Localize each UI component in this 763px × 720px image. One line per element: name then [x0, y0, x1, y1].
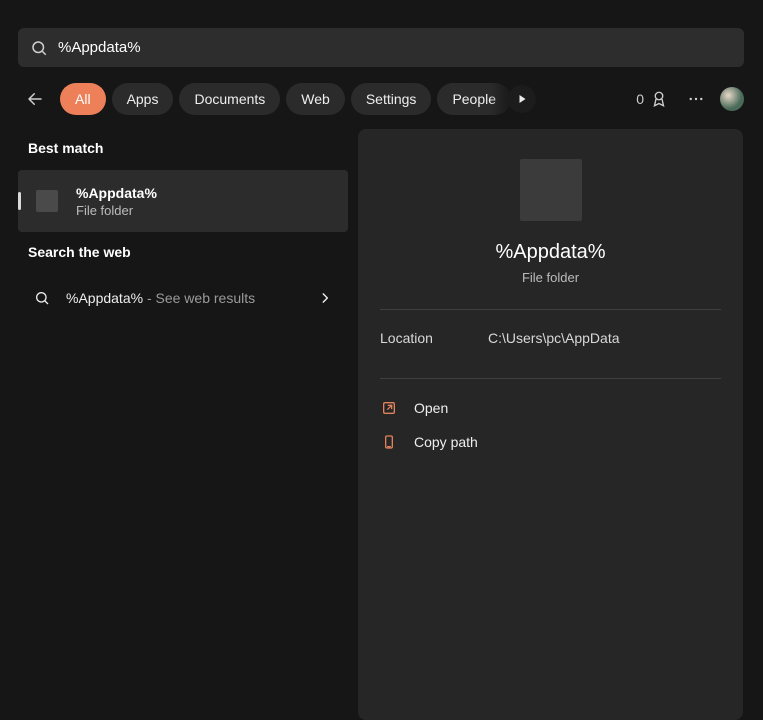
chevron-right-icon: [318, 291, 332, 305]
section-search-web: Search the web: [28, 244, 338, 260]
filter-pill-people[interactable]: People: [437, 83, 511, 115]
copy-path-action[interactable]: Copy path: [380, 425, 721, 459]
filter-pill-documents[interactable]: Documents: [179, 83, 280, 115]
detail-subtitle: File folder: [380, 270, 721, 285]
copy-path-label: Copy path: [414, 434, 478, 450]
location-value: C:\Users\pc\AppData: [488, 330, 620, 346]
folder-icon: [520, 159, 582, 221]
detail-panel: %Appdata% File folder Location C:\Users\…: [358, 129, 743, 720]
copy-icon: [380, 433, 398, 451]
best-match-result[interactable]: %Appdata% File folder: [18, 170, 348, 232]
location-label: Location: [380, 330, 488, 346]
location-row: Location C:\Users\pc\AppData: [380, 322, 721, 354]
result-subtitle: File folder: [76, 203, 157, 218]
result-title: %Appdata%: [76, 185, 157, 201]
web-suffix: - See web results: [143, 290, 255, 306]
search-input[interactable]: [58, 39, 732, 56]
search-icon: [34, 290, 50, 306]
avatar[interactable]: [720, 87, 744, 111]
divider: [380, 309, 721, 310]
search-bar[interactable]: [18, 28, 744, 67]
filter-pill-settings[interactable]: Settings: [351, 83, 432, 115]
rewards-icon: [650, 90, 668, 108]
filter-pill-all[interactable]: All: [60, 83, 106, 115]
filter-row: All Apps Documents Web Settings People F…: [18, 82, 744, 116]
open-icon: [380, 399, 398, 417]
rewards-count: 0: [636, 91, 644, 107]
folder-icon: [36, 190, 58, 212]
web-result[interactable]: %Appdata% - See web results: [18, 274, 348, 322]
more-button[interactable]: [682, 85, 710, 113]
filter-pill-web[interactable]: Web: [286, 83, 345, 115]
section-best-match: Best match: [28, 140, 338, 156]
detail-title: %Appdata%: [380, 241, 721, 264]
results-column: Best match %Appdata% File folder Search …: [18, 130, 348, 322]
web-query: %Appdata%: [66, 290, 143, 306]
back-button[interactable]: [18, 82, 52, 116]
open-label: Open: [414, 400, 448, 416]
divider: [380, 378, 721, 379]
search-icon: [30, 39, 48, 57]
open-action[interactable]: Open: [380, 391, 721, 425]
scroll-right-button[interactable]: [508, 85, 536, 113]
filter-pill-apps[interactable]: Apps: [112, 83, 174, 115]
selection-indicator: [18, 192, 21, 210]
filter-pills: All Apps Documents Web Settings People F…: [60, 82, 520, 116]
rewards-button[interactable]: 0: [630, 82, 674, 116]
